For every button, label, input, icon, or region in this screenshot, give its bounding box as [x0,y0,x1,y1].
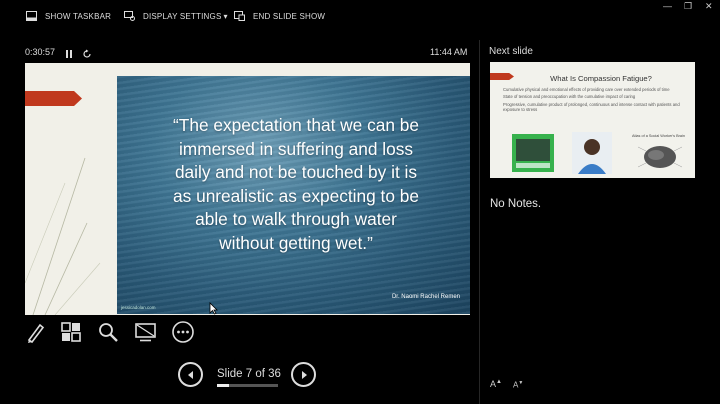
more-options-button[interactable] [171,320,195,349]
mouse-cursor-icon [209,302,218,315]
next-arrow-icon [301,370,307,379]
decrease-font-button[interactable]: A▼ [513,380,523,390]
more-icon [172,321,194,343]
black-screen-button[interactable] [134,320,158,349]
next-slide-button[interactable] [291,362,316,387]
pen-icon [27,323,45,344]
show-taskbar-label: SHOW TASKBAR [45,11,112,21]
display-settings-button[interactable]: DISPLAY SETTINGS ▾ [124,11,228,21]
slide-progress-bar [217,384,278,387]
dropdown-arrow-icon: ▾ [223,11,228,21]
restart-timer-button[interactable] [82,46,92,64]
quote-line: immersed in suffering and loss [178,138,414,159]
next-slide-thumbnail[interactable]: What Is Compassion Fatigue? Cumulative p… [490,62,695,178]
quote-image: “The expectation that we can be immersed… [117,76,470,314]
pen-tool-button[interactable] [25,320,47,349]
pane-divider [479,40,480,404]
end-slide-show-button[interactable]: END SLIDE SHOW [234,11,325,21]
see-all-slides-button[interactable] [60,320,82,349]
next-slide-label: Next slide [489,46,533,57]
decrease-font-icon: ▼ [518,380,524,386]
clock: 11:44 AM [430,47,468,57]
speaker-notes: No Notes. [490,198,542,210]
next-slide-bullet: State of tension and preoccupation with … [503,94,636,100]
previous-slide-button[interactable] [178,362,203,387]
magnifier-icon [99,323,118,342]
grid-icon [61,322,81,342]
slide-ribbon [25,91,82,106]
quote-line: able to walk through water [195,209,397,229]
pause-button[interactable] [65,46,73,64]
display-settings-icon [124,11,135,21]
quote-line: without getting wet.” [219,232,373,253]
next-slide-bullets: Cumulative physical and emotional effect… [503,87,688,114]
zoom-button[interactable] [97,320,119,349]
minimize-button[interactable]: — [663,1,672,11]
quote-line: daily and not be touched by it is [174,162,418,182]
end-show-icon [234,11,245,21]
show-taskbar-button[interactable]: SHOW TASKBAR [26,11,111,21]
restart-icon [83,49,91,58]
quote-line: as unrealistic as expecting to be [173,185,419,206]
thumb-image-brain [637,146,683,168]
next-slide-bullet: Progressive, cumulative product of prolo… [503,101,680,112]
end-slide-show-label: END SLIDE SHOW [253,11,326,21]
pause-icon [66,50,72,58]
display-settings-label: DISPLAY SETTINGS [143,11,222,21]
increase-font-icon: ▲ [496,379,502,385]
thumb-ribbon [490,73,514,80]
elapsed-timer: 0:30:57 [25,47,56,57]
thumb-image-person [572,132,612,174]
screen-icon [135,323,156,342]
close-button[interactable]: ✕ [705,1,713,12]
current-slide[interactable]: “The expectation that we can be immersed… [25,63,470,315]
previous-arrow-icon [187,370,193,379]
taskbar-icon [26,11,37,21]
slide-progress-fill [217,384,229,387]
image-credit: jessicadolan.com [121,305,156,310]
thumb-image-green [512,134,554,172]
thumb-image-caption: Atlas of a Social Worker's Brain [632,134,685,138]
restore-button[interactable]: ❐ [684,1,692,12]
next-slide-title: What Is Compassion Fatigue? [550,74,652,83]
quote-line: “The expectation that we can be [173,115,419,135]
increase-font-button[interactable]: A▲ [490,379,502,389]
slide-counter[interactable]: Slide 7 of 36 [217,368,281,380]
quote-author: Dr. Naomi Rachel Remen [391,294,460,300]
next-slide-bullet: Cumulative physical and emotional effect… [503,87,670,92]
quote-text: “The expectation that we can be immersed… [131,114,461,255]
